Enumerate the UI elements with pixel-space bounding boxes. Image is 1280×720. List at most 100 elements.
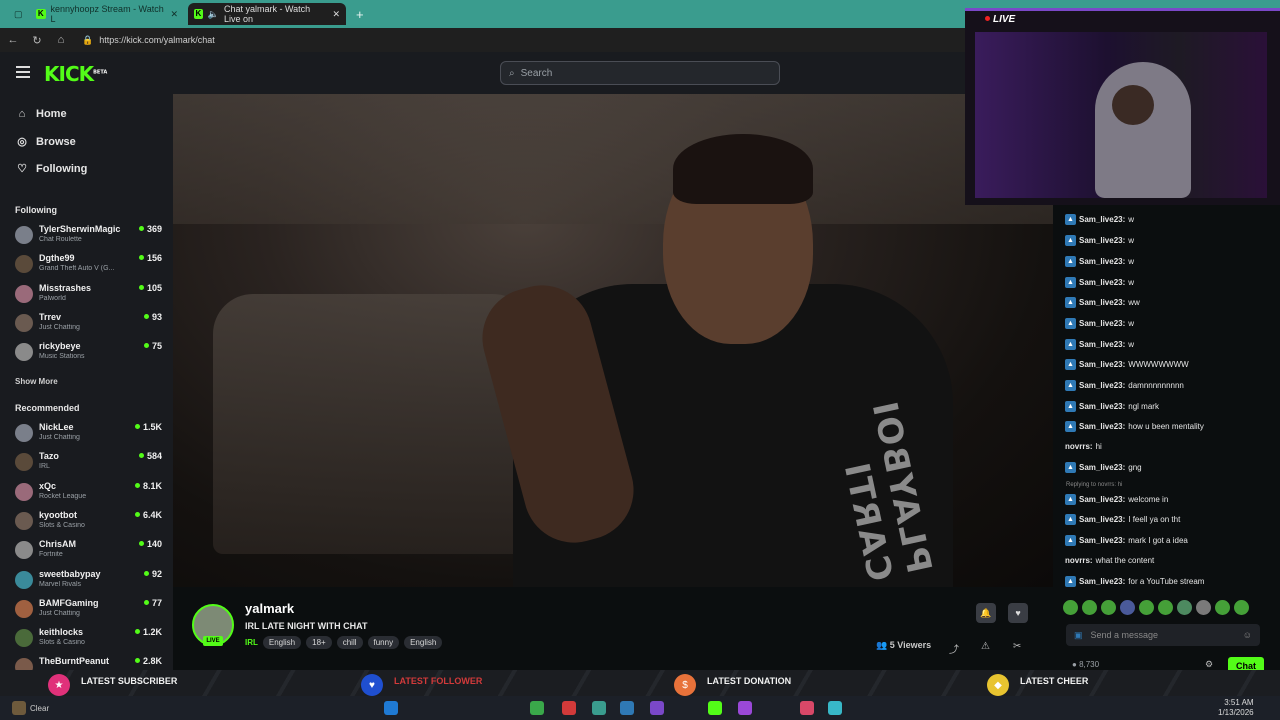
sidebar-channel[interactable]: TheBurntPeanut 2.8K	[15, 655, 165, 670]
chat-username[interactable]: Sam_live23:	[1079, 495, 1125, 504]
nav-home[interactable]: ⌂ Home	[16, 108, 67, 120]
chat-username[interactable]: Sam_live23:	[1079, 402, 1125, 411]
nav-browse[interactable]: ◎ Browse	[16, 135, 76, 149]
tab-kennyhoopz[interactable]: K kennyhoopz Stream - Watch L ✕	[30, 3, 184, 25]
chat-username[interactable]: Sam_live23:	[1079, 577, 1125, 586]
weather-icon[interactable]	[12, 701, 26, 715]
url-field[interactable]: 🔒 https://kick.com/yalmark/chat	[78, 32, 958, 48]
chat-username[interactable]: Sam_live23:	[1079, 422, 1125, 431]
sidebar-channel[interactable]: Dgthe99 Grand Theft Auto V (G... 156	[15, 252, 165, 280]
channel-points[interactable]: ● 8,730	[1072, 660, 1099, 669]
kick-logo[interactable]: KICKBETA	[44, 62, 107, 86]
clip-icon[interactable]: ✂	[1013, 641, 1021, 652]
app-icon[interactable]	[620, 701, 634, 715]
chat-username[interactable]: Sam_live23:	[1079, 536, 1125, 545]
sidebar-channel[interactable]: kyootbot Slots & Casino 6.4K	[15, 509, 165, 537]
close-icon[interactable]: ✕	[332, 9, 340, 20]
chat-username[interactable]: Sam_live23:	[1079, 215, 1125, 224]
app-icon[interactable]	[562, 701, 576, 715]
app-icon[interactable]	[800, 701, 814, 715]
chat-message[interactable]: ▲ Sam_live23: ww	[1065, 297, 1140, 308]
chat-message[interactable]: ▲ Sam_live23: welcome in	[1065, 494, 1168, 505]
speaker-icon[interactable]: 🔈	[208, 9, 219, 20]
sidebar-channel[interactable]: xQc Rocket League 8.1K	[15, 480, 165, 508]
emote-icon[interactable]	[1101, 600, 1116, 615]
tag[interactable]: funny	[367, 636, 400, 649]
tab-overview-icon[interactable]: ▢	[8, 3, 28, 25]
emote-icon[interactable]	[1234, 600, 1249, 615]
chat-username[interactable]: Sam_live23:	[1079, 278, 1125, 287]
sidebar-channel[interactable]: BAMFGaming Just Chatting 77	[15, 597, 165, 625]
sidebar-channel[interactable]: Tazo IRL 584	[15, 450, 165, 478]
chat-username[interactable]: novrrs:	[1065, 556, 1093, 565]
search-input[interactable]: ⌕ Search	[500, 61, 780, 85]
reload-icon[interactable]: ↻	[28, 31, 46, 49]
chat-message[interactable]: ▲ Sam_live23: I feell ya on tht	[1065, 514, 1180, 525]
sidebar-channel[interactable]: NickLee Just Chatting 1.5K	[15, 421, 165, 449]
emote-icon[interactable]	[1139, 600, 1154, 615]
emote-icon[interactable]	[1215, 600, 1230, 615]
chat-username[interactable]: Sam_live23:	[1079, 381, 1125, 390]
chat-message[interactable]: ▲ Sam_live23: how u been mentality	[1065, 421, 1204, 432]
app-icon[interactable]	[738, 701, 752, 715]
app-icon[interactable]	[650, 701, 664, 715]
chat-username[interactable]: Sam_live23:	[1079, 257, 1125, 266]
back-arrow-icon[interactable]: ←	[4, 31, 22, 49]
chat-username[interactable]: Sam_live23:	[1079, 319, 1125, 328]
sidebar-channel[interactable]: TylerSherwinMagic Chat Roulette 369	[15, 223, 165, 251]
sidebar-channel[interactable]: Misstrashes Palworld 105	[15, 282, 165, 310]
tag[interactable]: chill	[336, 636, 363, 649]
chat-username[interactable]: Sam_live23:	[1079, 236, 1125, 245]
show-more-link[interactable]: Show More	[15, 377, 58, 386]
share-icon[interactable]: ⤴	[949, 641, 959, 656]
chat-username[interactable]: Sam_live23:	[1079, 515, 1125, 524]
chat-message[interactable]: ▲ Sam_live23: for a YouTube stream	[1065, 576, 1204, 587]
chat-message[interactable]: ▲ Sam_live23: w	[1065, 256, 1134, 267]
chat-message[interactable]: ▲ Sam_live23: w	[1065, 277, 1134, 288]
windows-start-icon[interactable]	[384, 701, 398, 715]
chat-username[interactable]: Sam_live23:	[1079, 298, 1125, 307]
sidebar-channel[interactable]: ChrisAM Fortnite 140	[15, 538, 165, 566]
chat-message[interactable]: ▲ Sam_live23: damnnnnnnnnn	[1065, 380, 1184, 391]
app-icon[interactable]	[530, 701, 544, 715]
sidebar-channel[interactable]: Trrev Just Chatting 93	[15, 311, 165, 339]
chat-username[interactable]: novrrs:	[1065, 442, 1093, 451]
emote-icon[interactable]	[1082, 600, 1097, 615]
chat-username[interactable]: Sam_live23:	[1079, 340, 1125, 349]
close-icon[interactable]: ✕	[170, 9, 178, 20]
chat-message[interactable]: ▲ Sam_live23: w	[1065, 339, 1134, 350]
follow-heart-icon[interactable]: ♥	[1008, 603, 1028, 623]
tag[interactable]: 18+	[306, 636, 332, 649]
video-player[interactable]: PLAYBOI CARTI	[173, 94, 1053, 587]
tag[interactable]: English	[262, 636, 302, 649]
tag[interactable]: English	[404, 636, 443, 649]
app-icon[interactable]	[828, 701, 842, 715]
chat-input[interactable]: ▣ Send a message ☺	[1066, 624, 1260, 646]
sidebar-channel[interactable]: keithlocks Slots & Casino 1.2K	[15, 626, 165, 654]
chat-message[interactable]: novrrs: what the content	[1065, 556, 1154, 565]
chat-message[interactable]: novrrs: hi	[1065, 442, 1102, 451]
chat-username[interactable]: Sam_live23:	[1079, 360, 1125, 369]
chat-message[interactable]: ▲ Sam_live23: mark I got a idea	[1065, 535, 1188, 546]
chat-message[interactable]: ▲ Sam_live23: gng	[1065, 462, 1142, 473]
sidebar-channel[interactable]: rickybeye Music Stations 75	[15, 340, 165, 368]
tab-yalmark-chat[interactable]: K 🔈 Chat yalmark - Watch Live on ✕	[188, 3, 346, 25]
browser-taskbar-icon[interactable]	[592, 701, 606, 715]
category-link[interactable]: IRL	[245, 638, 258, 647]
kick-taskbar-icon[interactable]	[708, 701, 722, 715]
streamer-name[interactable]: yalmark	[245, 601, 294, 616]
chat-message[interactable]: ▲ Sam_live23: ngl mark	[1065, 401, 1159, 412]
nav-following[interactable]: ♡ Following	[16, 162, 87, 176]
emote-icon[interactable]	[1063, 600, 1078, 615]
sidebar-channel[interactable]: sweetbabypay Marvel Rivals 92	[15, 568, 165, 596]
chat-message[interactable]: ▲ Sam_live23: w	[1065, 318, 1134, 329]
chat-message[interactable]: ▲ Sam_live23: WWWWWWWW	[1065, 359, 1189, 370]
chat-username[interactable]: Sam_live23:	[1079, 463, 1125, 472]
new-tab-button[interactable]: +	[350, 3, 368, 25]
menu-icon[interactable]	[16, 66, 30, 78]
emoji-icon[interactable]: ☺	[1243, 630, 1252, 640]
settings-icon[interactable]: ⚙	[1205, 659, 1213, 670]
notification-bell-icon[interactable]: 🔔	[976, 603, 996, 623]
chat-message[interactable]: ▲ Sam_live23: w	[1065, 214, 1134, 225]
home-icon[interactable]: ⌂	[52, 31, 70, 49]
